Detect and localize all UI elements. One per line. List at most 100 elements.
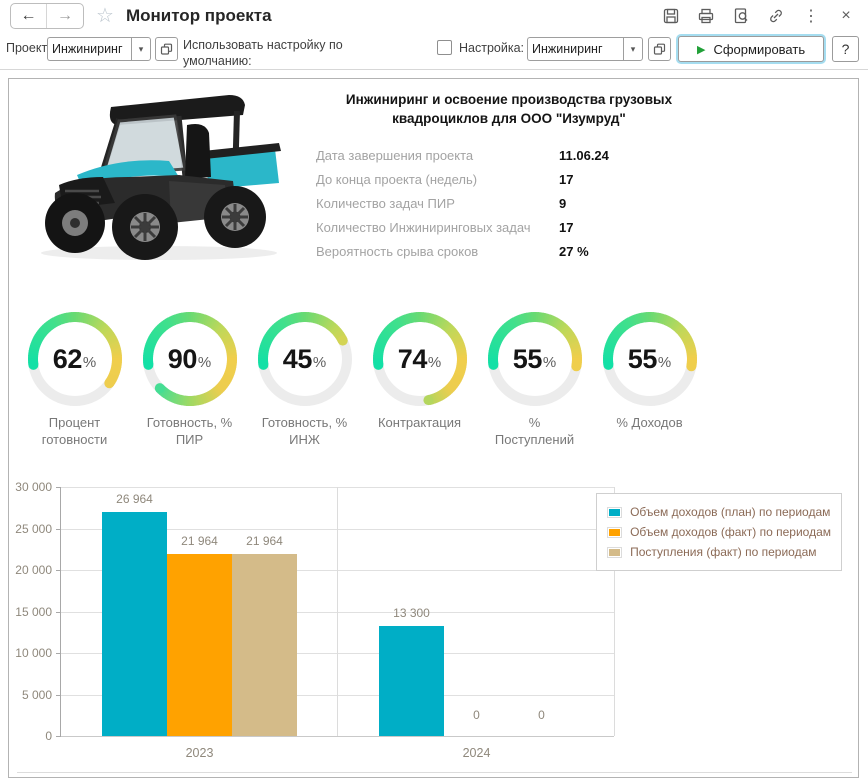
preview-icon[interactable] [731, 6, 751, 26]
legend-swatch [607, 527, 622, 538]
gauge-value: 45% [253, 307, 357, 411]
gauge: 55% % Доходов [592, 307, 707, 449]
gauge-donut: 62% [23, 307, 127, 411]
project-info-rows: Дата завершения проекта11.06.24До конца … [294, 144, 724, 264]
axis-tick [56, 653, 61, 654]
axis-tick [56, 570, 61, 571]
bar [379, 626, 444, 736]
legend-swatch [607, 507, 622, 518]
gridline [61, 736, 614, 737]
choose-icon [160, 43, 173, 56]
link-icon[interactable] [766, 6, 786, 26]
help-button[interactable]: ? [832, 36, 859, 62]
back-button[interactable]: ← [11, 4, 47, 28]
legend-item: Объем доходов (план) по периодам [607, 502, 831, 522]
project-choose-button[interactable] [155, 37, 178, 61]
save-icon[interactable] [661, 6, 681, 26]
project-dropdown-button[interactable]: ▾ [131, 37, 151, 61]
project-label: Проект: [6, 41, 51, 55]
setting-choose-button[interactable] [648, 37, 671, 61]
bar-value-label: 21 964 [232, 534, 297, 548]
gauge: 90%Готовность, % ПИР [132, 307, 247, 449]
info-row: Дата завершения проекта11.06.24 [316, 144, 724, 168]
x-category-label: 2024 [338, 746, 615, 760]
gauge: 62% Процент готовности [17, 307, 132, 449]
info-row: До конца проекта (недель)17 [316, 168, 724, 192]
report-panel: Инжиниринг и освоение производства грузо… [8, 78, 859, 778]
legend-label: Объем доходов (факт) по периодам [630, 525, 831, 539]
y-tick-label: 30 000 [0, 480, 52, 494]
bar-value-label: 21 964 [167, 534, 232, 548]
chart-legend: Объем доходов (план) по периодам Объем до… [596, 493, 842, 571]
chevron-down-icon: ▾ [139, 44, 144, 55]
nav-buttons: ← → [10, 3, 84, 29]
legend-swatch [607, 547, 622, 558]
gauge-caption: % Доходов [592, 415, 707, 432]
rear-wheel [204, 186, 266, 248]
window-action-icons: ⋮ × [661, 6, 856, 26]
chart-plot-area: 05 00010 00015 00020 00025 00030 0002023… [60, 487, 614, 736]
gauge-number: 45 [283, 344, 312, 375]
axis-tick [56, 736, 61, 737]
axis-tick [56, 695, 61, 696]
axis-tick [56, 487, 61, 488]
gauge-value: 55% [598, 307, 702, 411]
filter-bar: Проект: ▾ Использовать настройку по умол… [0, 32, 868, 70]
info-row-value: 9 [559, 196, 566, 211]
gauge-number: 74 [398, 344, 427, 375]
bar [167, 554, 232, 736]
forward-arrow-icon: → [57, 7, 73, 25]
bar-value-label: 13 300 [379, 606, 444, 620]
x-category-label: 2023 [61, 746, 338, 760]
quad-bike-image [19, 85, 291, 265]
legend-item: Объем доходов (факт) по периодам [607, 522, 831, 542]
info-row-value: 17 [559, 220, 573, 235]
legend-item: Поступления (факт) по периодам [607, 542, 831, 562]
use-default-setting-checkbox[interactable] [437, 40, 452, 55]
setting-dropdown-button[interactable]: ▾ [623, 37, 643, 61]
project-info: Инжиниринг и освоение производства грузо… [294, 91, 724, 264]
info-row-value: 11.06.24 [559, 148, 609, 163]
legend-label: Поступления (факт) по периодам [630, 545, 816, 559]
revenue-chart: 05 00010 00015 00020 00025 00030 0002023… [9, 479, 860, 775]
more-menu-icon[interactable]: ⋮ [801, 6, 821, 26]
chevron-down-icon: ▾ [631, 44, 636, 55]
page-title: Монитор проекта [126, 6, 272, 26]
generate-button[interactable]: ▶ Сформировать [678, 36, 824, 62]
close-icon[interactable]: × [836, 6, 856, 26]
y-tick-label: 0 [0, 729, 52, 743]
setting-input[interactable] [527, 37, 623, 61]
bar-value-label: 0 [509, 708, 574, 722]
project-title: Инжиниринг и освоение производства грузо… [294, 91, 724, 129]
gauge-donut: 55% [598, 307, 702, 411]
favorite-star-icon[interactable]: ☆ [96, 6, 114, 26]
gauge: 74% Контрактация [362, 307, 477, 449]
gauge-caption: Готовность, % ПИР [132, 415, 247, 449]
axis-tick [56, 612, 61, 613]
info-row: Количество Инжиниринговых задач17 [316, 216, 724, 240]
gauge-caption: Процент готовности [17, 415, 132, 449]
gauge-caption: % Поступлений [477, 415, 592, 449]
print-icon[interactable] [696, 6, 716, 26]
gauge-caption: Готовность, % ИНЖ [247, 415, 362, 449]
gauges-row: 62% Процент готовности90%Готовность, % ПИ… [17, 307, 707, 449]
bar [232, 554, 297, 736]
y-tick-label: 10 000 [0, 646, 52, 660]
bar [102, 512, 167, 736]
y-tick-label: 25 000 [0, 522, 52, 536]
window-titlebar: ← → ☆ Монитор проекта ⋮ × [0, 0, 868, 32]
gauge-number: 55 [628, 344, 657, 375]
gauge-caption: Контрактация [362, 415, 477, 432]
info-row-value: 27 % [559, 244, 589, 259]
gauge-value: 74% [368, 307, 472, 411]
forward-button[interactable]: → [47, 4, 83, 28]
front-wheel [45, 193, 105, 253]
info-row-label: До конца проекта (недель) [316, 172, 559, 187]
middle-wheel [112, 194, 178, 260]
y-tick-label: 15 000 [0, 605, 52, 619]
gauge-percent-sign: % [543, 354, 556, 371]
gauge: 45% Готовность, % ИНЖ [247, 307, 362, 449]
gauge: 55%% Поступлений [477, 307, 592, 449]
project-input[interactable] [47, 37, 131, 61]
project-combobox: ▾ [47, 37, 151, 61]
